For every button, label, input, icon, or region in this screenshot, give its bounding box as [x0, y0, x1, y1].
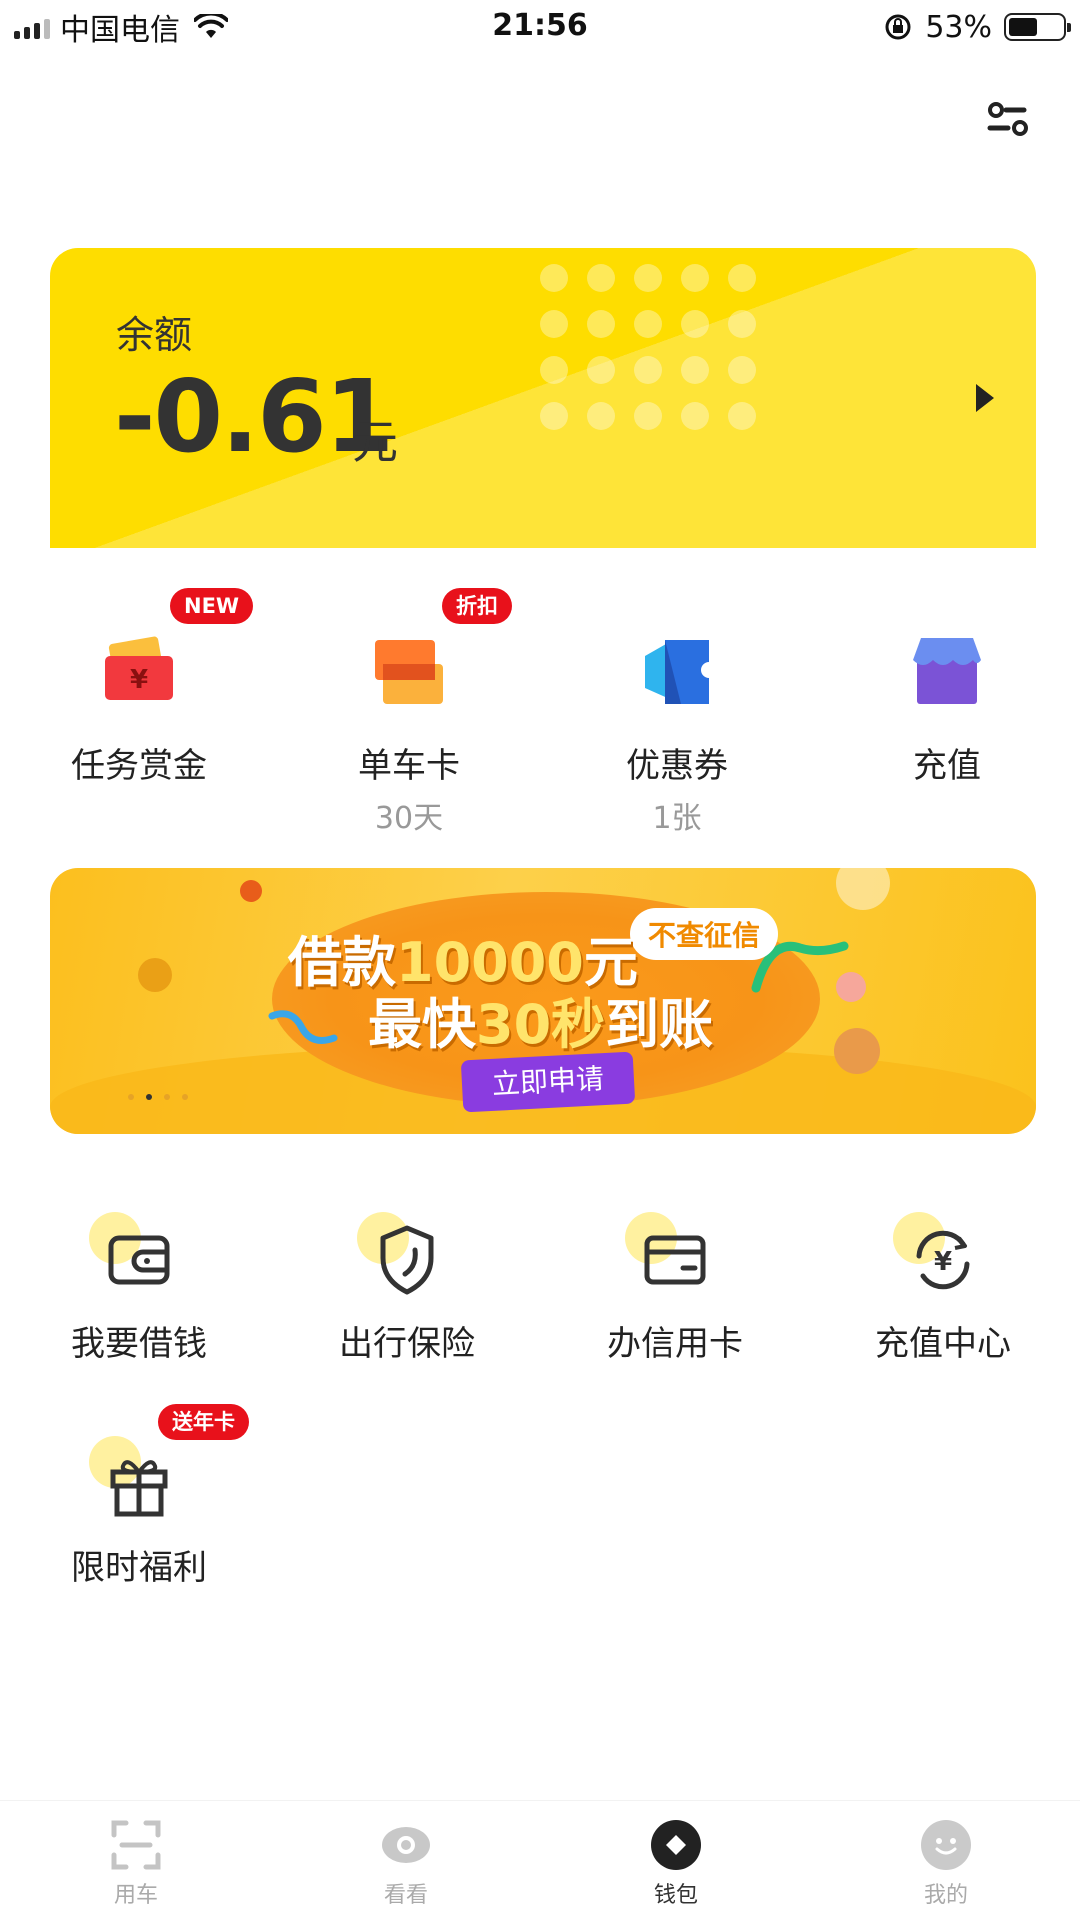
service-label: 出行保险 — [339, 1324, 475, 1364]
service-label: 我要借钱 — [71, 1324, 207, 1364]
page-dot[interactable] — [164, 1094, 170, 1100]
decor-ribbon-blue — [268, 1010, 338, 1044]
page-dot[interactable] — [146, 1094, 152, 1100]
no-credit-check-tag: 不查征信 — [630, 908, 779, 960]
tab-label: 用车 — [113, 1883, 158, 1908]
banner-headline-2: 最快30秒到账 — [368, 993, 714, 1056]
chevron-right-icon[interactable] — [976, 384, 994, 412]
decor-circle — [138, 958, 172, 992]
decorative-dots — [540, 264, 756, 430]
rotation-lock-icon — [885, 14, 911, 40]
balance-unit: 元 — [352, 415, 398, 469]
discount-badge: 折扣 — [442, 588, 512, 624]
quick-item-recharge[interactable]: 充值 — [812, 588, 1080, 787]
service-loan[interactable]: 我要借钱 — [4, 1212, 274, 1365]
red-envelope-icon: ¥ — [99, 632, 179, 712]
balance-value: -0.61 — [114, 358, 394, 475]
eye-icon — [380, 1819, 432, 1871]
shield-icon — [357, 1212, 447, 1300]
tab-ride[interactable]: 用车 — [76, 1819, 196, 1909]
new-badge: NEW — [170, 588, 254, 624]
service-welfare[interactable]: 送年卡 限时福利 — [4, 1404, 274, 1589]
service-recharge-center[interactable]: ¥ 充值中心 — [808, 1212, 1078, 1365]
balance-card[interactable]: 余额 -0.61 元 — [50, 248, 1036, 548]
coupon-icon — [637, 632, 717, 712]
quick-item-label: 充值 — [913, 746, 981, 786]
decor-circle — [836, 868, 890, 910]
decor-circle — [240, 880, 262, 902]
smiley-icon — [920, 1819, 972, 1871]
quick-item-bounty[interactable]: NEW ¥ 任务赏金 — [4, 588, 274, 787]
service-insurance[interactable]: 出行保险 — [272, 1212, 542, 1365]
service-label: 办信用卡 — [607, 1324, 743, 1364]
tab-mine[interactable]: 我的 — [886, 1819, 1006, 1909]
battery-percent: 53% — [925, 9, 992, 45]
balance-label: 余额 — [116, 313, 193, 357]
tab-label: 我的 — [923, 1883, 968, 1908]
tab-label: 看看 — [383, 1883, 428, 1908]
page-dot[interactable] — [182, 1094, 188, 1100]
bike-card-icon — [369, 632, 449, 712]
quick-item-sub: 30天 — [374, 801, 444, 836]
service-credit-card[interactable]: 办信用卡 — [540, 1212, 810, 1365]
page-dot[interactable] — [128, 1094, 134, 1100]
quick-item-bike-card[interactable]: 折扣 单车卡 30天 — [274, 588, 544, 837]
annual-card-badge: 送年卡 — [158, 1404, 249, 1440]
tab-explore[interactable]: 看看 — [346, 1819, 466, 1909]
credit-card-icon — [625, 1212, 715, 1300]
recharge-yuan-icon: ¥ — [893, 1212, 983, 1300]
battery-icon — [1004, 13, 1071, 41]
bottom-tab-bar: 用车 看看 钱包 我的 — [0, 1800, 1080, 1921]
svg-text:¥: ¥ — [934, 1247, 952, 1277]
settings-toggle-icon[interactable] — [980, 90, 1036, 146]
tab-label: 钱包 — [653, 1883, 698, 1908]
banner-page-indicator[interactable] — [128, 1094, 188, 1100]
quick-item-coupon[interactable]: 优惠券 1张 — [542, 588, 812, 837]
decor-circle — [834, 1028, 880, 1074]
service-label: 充值中心 — [875, 1324, 1011, 1364]
promo-banner[interactable]: 不查征信 借款10000元 最快30秒到账 立即申请 — [50, 868, 1036, 1134]
status-bar: 中国电信 21:56 53% — [0, 0, 1080, 54]
svg-text:¥: ¥ — [130, 665, 148, 695]
store-icon — [907, 632, 987, 712]
wallet-diamond-icon — [650, 1819, 702, 1871]
service-label: 限时福利 — [71, 1548, 207, 1588]
quick-item-label: 任务赏金 — [71, 746, 207, 786]
tab-wallet[interactable]: 钱包 — [616, 1819, 736, 1909]
apply-now-button[interactable]: 立即申请 — [460, 1051, 636, 1113]
wallet-icon — [89, 1212, 179, 1300]
quick-item-sub: 1张 — [652, 801, 702, 836]
quick-item-label: 优惠券 — [626, 746, 728, 786]
quick-item-label: 单车卡 — [358, 746, 460, 786]
scan-icon — [110, 1819, 162, 1871]
gift-icon — [89, 1436, 179, 1524]
